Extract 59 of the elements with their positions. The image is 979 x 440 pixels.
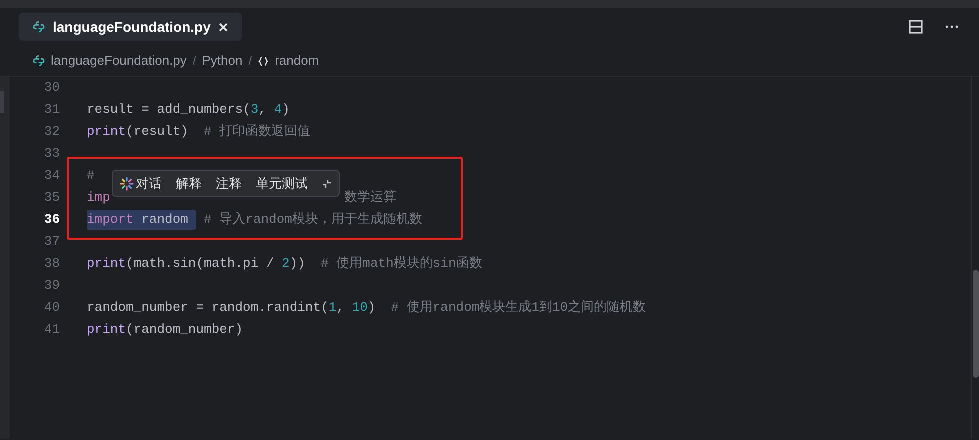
line-number: 35	[43, 189, 60, 208]
code-token: )	[368, 299, 377, 318]
code-token: )	[282, 101, 290, 120]
split-icon[interactable]	[909, 20, 923, 34]
code-token: ,	[258, 101, 268, 120]
popup-action[interactable]: 对话	[136, 174, 162, 194]
popup-action[interactable]: 解释	[176, 174, 202, 194]
line-number: 39	[43, 277, 60, 296]
code-comment: # 打印函数返回值	[204, 123, 311, 142]
popup-action[interactable]: 单元测试	[256, 174, 308, 194]
code-token: import	[87, 211, 134, 230]
code-token: ))	[290, 255, 306, 274]
line-number: 36	[43, 211, 60, 230]
code-token: 4	[274, 101, 282, 120]
code-token: print	[87, 321, 126, 340]
code-token: imp	[87, 189, 110, 208]
close-icon[interactable]	[218, 22, 228, 32]
code-token: (result)	[126, 123, 190, 142]
line-number: 32	[43, 123, 60, 142]
breadcrumb-item[interactable]: languageFoundation.py	[51, 51, 187, 71]
line-number: 41	[43, 321, 60, 340]
breadcrumb-item[interactable]: random	[275, 51, 320, 71]
breadcrumb-separator: /	[248, 53, 252, 70]
code-token: print	[87, 255, 126, 274]
code-token: result = add_numbers(	[87, 101, 251, 120]
line-number: 33	[43, 145, 60, 164]
popup-action[interactable]: 注释	[216, 174, 242, 194]
code-comment: # 使用math模块的sin函数	[321, 255, 482, 274]
code-comment: # 使用random模块生成1到10之间的随机数	[391, 299, 646, 318]
code-token: 2	[282, 255, 290, 274]
tab-label: languageFoundation.py	[53, 18, 211, 37]
line-number: 38	[43, 255, 60, 274]
code-comment: 数学运算	[344, 189, 396, 208]
code-token: print	[87, 123, 126, 142]
code-token: random	[140, 211, 190, 230]
more-icon[interactable]	[945, 25, 959, 29]
breadcrumb-separator: /	[192, 53, 196, 70]
line-number: 37	[43, 233, 60, 252]
collapse-icon[interactable]	[322, 178, 332, 188]
python-file-icon	[33, 21, 45, 33]
line-number: 30	[43, 79, 60, 98]
breadcrumb-item[interactable]: Python	[202, 51, 243, 71]
code-comment: #	[87, 167, 95, 186]
line-number: 31	[43, 101, 60, 120]
line-number: 34	[43, 167, 60, 186]
braces-icon	[258, 56, 270, 66]
code-token: ,	[336, 299, 346, 318]
editor-tab[interactable]: languageFoundation.py	[19, 13, 242, 41]
code-token: 3	[250, 101, 259, 120]
code-token: (math.sin(math.pi /	[126, 255, 276, 274]
sparkle-icon	[120, 176, 134, 190]
code-comment: # 导入random模块，用于生成随机数	[203, 211, 422, 230]
code-token: 10	[352, 299, 368, 318]
code-token: 1	[328, 299, 337, 318]
code-token: random_number = random.randint(	[87, 299, 329, 318]
line-number: 40	[43, 299, 60, 318]
code-token: (random_number)	[126, 321, 244, 340]
python-file-icon	[33, 55, 45, 67]
scrollbar-thumb[interactable]	[973, 270, 979, 378]
